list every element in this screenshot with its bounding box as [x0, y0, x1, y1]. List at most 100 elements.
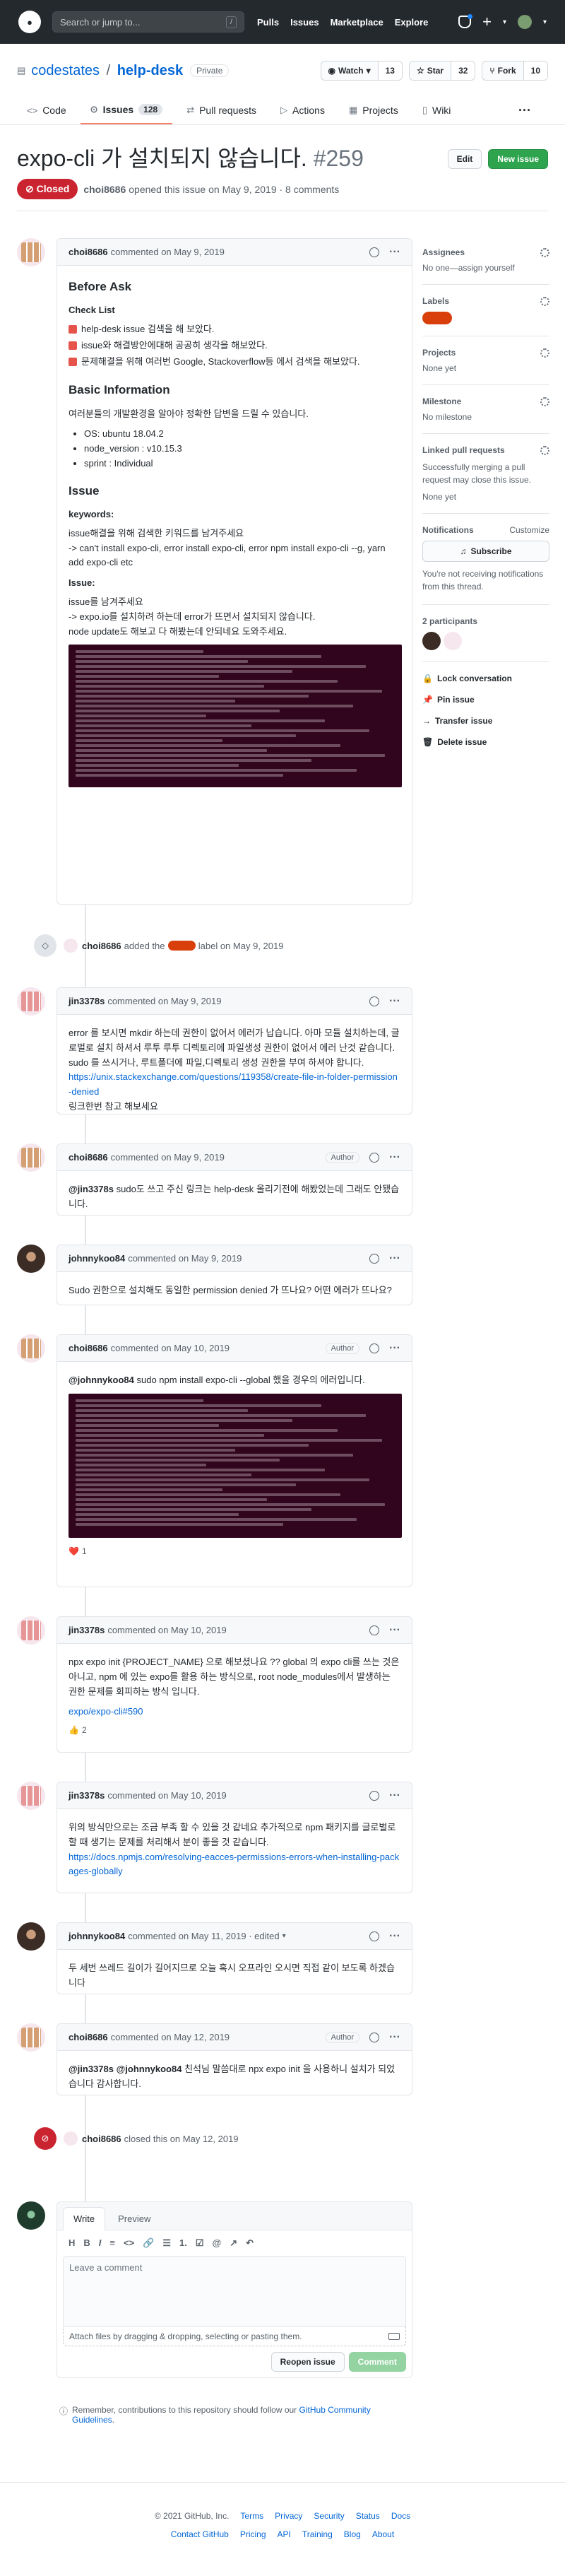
participant-avatar[interactable] [444, 632, 462, 650]
nav-marketplace[interactable]: Marketplace [331, 17, 383, 28]
labels-title[interactable]: Labels [422, 296, 449, 306]
comment-author[interactable]: jin3378s [69, 1790, 105, 1801]
footer-link[interactable]: About [372, 2529, 394, 2539]
attach-files-area[interactable]: Attach files by dragging & dropping, sel… [63, 2327, 406, 2346]
comment-date[interactable]: commented on May 11, 2019 · edited [128, 1931, 279, 1941]
link-tool-icon[interactable]: 🔗 [143, 2237, 154, 2249]
kebab-menu-icon[interactable]: ··· [389, 1151, 400, 1164]
assignees-title[interactable]: Assignees [422, 247, 465, 257]
heading-tool-icon[interactable]: H [69, 2237, 75, 2249]
issue-label-badge[interactable] [422, 312, 452, 324]
linked-title[interactable]: Linked pull requests [422, 445, 505, 455]
edit-button[interactable]: Edit [447, 149, 482, 169]
repo-name-link[interactable]: help-desk [117, 63, 183, 78]
footer-link[interactable]: Terms [240, 2511, 263, 2521]
tab-write[interactable]: Write [63, 2207, 106, 2230]
avatar[interactable] [17, 1334, 45, 1363]
user-avatar[interactable] [517, 15, 532, 29]
tab-code[interactable]: <> Code [17, 96, 76, 124]
participant-avatar[interactable] [422, 632, 441, 650]
terminal-screenshot[interactable] [69, 645, 402, 788]
fork-count[interactable]: 10 [523, 61, 547, 80]
comment-date[interactable]: commented on May 10, 2019 [107, 1790, 226, 1801]
footer-link[interactable]: Privacy [275, 2511, 302, 2521]
github-logo-icon[interactable]: ● [18, 11, 41, 33]
fork-button[interactable]: ⑂ Fork 10 [482, 61, 548, 81]
comment-link[interactable]: https://docs.npmjs.com/resolving-eacces-… [69, 1852, 399, 1877]
add-reaction-icon[interactable] [369, 2032, 380, 2042]
footer-link[interactable]: Contact GitHub [171, 2529, 229, 2539]
star-button[interactable]: ☆ Star 32 [408, 61, 476, 81]
tab-issues[interactable]: ⊙ Issues 128 [80, 96, 173, 124]
avatar[interactable] [17, 2201, 45, 2230]
markdown-icon[interactable] [388, 2332, 400, 2340]
add-reaction-icon[interactable] [369, 1152, 380, 1163]
kebab-menu-icon[interactable]: ··· [389, 246, 400, 259]
comment-author[interactable]: jin3378s [69, 1625, 105, 1635]
kebab-menu-icon[interactable]: ··· [389, 995, 400, 1008]
create-caret-icon[interactable]: ▾ [503, 18, 506, 26]
gear-icon[interactable] [540, 348, 549, 358]
mention[interactable]: @johnnykoo84 [69, 1375, 134, 1385]
avatar[interactable] [17, 1143, 45, 1172]
comment-link[interactable]: https://unix.stackexchange.com/questions… [69, 1070, 400, 1100]
bold-tool-icon[interactable]: B [83, 2237, 90, 2249]
checked-box-icon[interactable] [69, 325, 77, 334]
avatar[interactable] [17, 1245, 45, 1273]
comment-author[interactable]: choi8686 [69, 1152, 108, 1163]
search-input[interactable]: Search or jump to... / [52, 11, 244, 33]
assignees-value[interactable]: No one—assign yourself [422, 263, 515, 273]
footer-link[interactable]: Training [302, 2529, 333, 2539]
avatar[interactable] [17, 1616, 45, 1645]
comment-date[interactable]: commented on May 9, 2019 [111, 247, 225, 257]
kebab-menu-icon[interactable]: ··· [389, 2031, 400, 2044]
gear-icon[interactable] [540, 296, 549, 306]
task-list-tool-icon[interactable]: ☑ [196, 2237, 204, 2249]
reaction-thumbs-up[interactable]: 👍 2 [57, 1721, 412, 1742]
gear-icon[interactable] [540, 396, 549, 406]
reaction-heart[interactable]: ❤️ 1 [57, 1542, 412, 1563]
projects-title[interactable]: Projects [422, 348, 456, 358]
tab-pull-requests[interactable]: ⇄ Pull requests [177, 96, 266, 124]
comment-date[interactable]: commented on May 12, 2019 [111, 2032, 230, 2042]
footer-link[interactable]: Docs [391, 2511, 410, 2521]
footer-link[interactable]: API [278, 2529, 291, 2539]
lock-conversation-action[interactable]: 🔒 Lock conversation [422, 674, 549, 683]
reply-tool-icon[interactable]: ↶ [246, 2237, 254, 2249]
issue-label-badge[interactable]: label [167, 941, 196, 951]
footer-link[interactable]: Status [356, 2511, 380, 2521]
code-tool-icon[interactable]: <> [124, 2237, 134, 2249]
transfer-issue-action[interactable]: → Transfer issue [422, 716, 549, 726]
mention[interactable]: @jin3378s @johnnykoo84 [69, 2064, 182, 2074]
comment-date[interactable]: commented on May 10, 2019 [107, 1625, 226, 1635]
avatar[interactable] [17, 2023, 45, 2052]
nav-explore[interactable]: Explore [395, 17, 429, 28]
add-reaction-icon[interactable] [369, 1625, 380, 1635]
mention-tool-icon[interactable]: @ [213, 2237, 222, 2249]
footer-link[interactable]: Blog [344, 2529, 361, 2539]
avatar[interactable] [17, 238, 45, 266]
avatar[interactable] [17, 1922, 45, 1951]
new-issue-button[interactable]: New issue [488, 149, 548, 169]
italic-tool-icon[interactable]: I [99, 2237, 102, 2249]
avatar[interactable] [17, 1782, 45, 1810]
comment-author[interactable]: choi8686 [69, 1343, 108, 1353]
kebab-menu-icon[interactable]: ··· [389, 1342, 400, 1355]
kebab-menu-icon[interactable]: ··· [389, 1624, 400, 1637]
add-reaction-icon[interactable] [369, 1253, 380, 1264]
checked-box-icon[interactable] [69, 357, 77, 366]
comment-author[interactable]: choi8686 [69, 2032, 108, 2042]
nav-issues[interactable]: Issues [290, 17, 319, 28]
comment-author[interactable]: choi8686 [69, 247, 108, 257]
comment-textarea[interactable]: Leave a comment [63, 2256, 406, 2327]
milestone-title[interactable]: Milestone [422, 396, 461, 406]
create-new-plus-icon[interactable]: + [482, 14, 492, 30]
avatar[interactable] [64, 939, 78, 953]
watch-count[interactable]: 13 [377, 61, 402, 80]
tab-projects[interactable]: ▦ Projects [339, 96, 408, 124]
checked-box-icon[interactable] [69, 341, 77, 351]
issue-author[interactable]: choi8686 [83, 184, 126, 195]
tab-actions[interactable]: ▷ Actions [270, 96, 335, 124]
footer-link[interactable]: Pricing [240, 2529, 266, 2539]
comment-date[interactable]: commented on May 10, 2019 [111, 1343, 230, 1353]
